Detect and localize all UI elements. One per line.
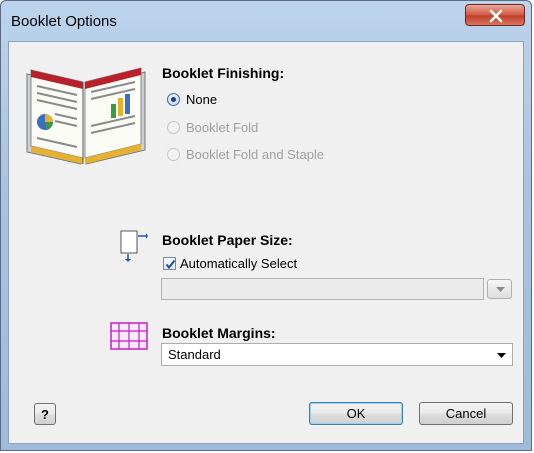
window-title: Booklet Options (11, 13, 117, 30)
paper-size-heading: Booklet Paper Size: (162, 232, 293, 248)
close-button[interactable] (465, 4, 525, 26)
checkmark-icon (165, 259, 176, 270)
ok-label: OK (346, 406, 366, 421)
cancel-button[interactable]: Cancel (419, 402, 513, 425)
radio-booklet-fold-staple-button[interactable] (167, 148, 180, 161)
dialog-window: Booklet Options Booklet Finishing: None … (0, 0, 532, 451)
paper-size-select[interactable] (161, 278, 484, 300)
finishing-heading: Booklet Finishing: (162, 65, 285, 81)
help-label: ? (41, 406, 49, 422)
chevron-down-icon (496, 287, 505, 292)
auto-select-checkbox[interactable] (163, 257, 176, 270)
help-button[interactable]: ? (34, 403, 56, 425)
radio-none-label: None (186, 92, 218, 107)
dialog-body: Booklet Finishing: None Booklet Fold Boo… (8, 41, 524, 444)
radio-none[interactable]: None (167, 92, 217, 107)
auto-select-checkbox-row[interactable]: Automatically Select (163, 256, 297, 271)
radio-booklet-fold-button[interactable] (167, 121, 180, 134)
radio-booklet-fold-staple-label: Booklet Fold and Staple (186, 147, 325, 162)
margins-icon (110, 322, 148, 350)
ok-button[interactable]: OK (309, 402, 403, 425)
margins-heading: Booklet Margins: (162, 325, 276, 341)
paper-size-dropdown-button[interactable] (487, 279, 512, 299)
radio-booklet-fold-staple[interactable]: Booklet Fold and Staple (167, 147, 324, 162)
radio-none-button[interactable] (167, 93, 180, 106)
margins-value: Standard (168, 347, 221, 362)
booklet-illustration-icon (26, 67, 146, 165)
radio-booklet-fold-label: Booklet Fold (186, 120, 259, 135)
margins-select[interactable]: Standard (161, 343, 513, 366)
close-icon (489, 9, 503, 23)
cancel-label: Cancel (445, 406, 487, 421)
paper-size-icon (120, 230, 148, 262)
auto-select-label: Automatically Select (180, 256, 298, 271)
title-bar[interactable]: Booklet Options (1, 1, 531, 41)
radio-booklet-fold[interactable]: Booklet Fold (167, 120, 258, 135)
chevron-down-icon (497, 353, 506, 358)
